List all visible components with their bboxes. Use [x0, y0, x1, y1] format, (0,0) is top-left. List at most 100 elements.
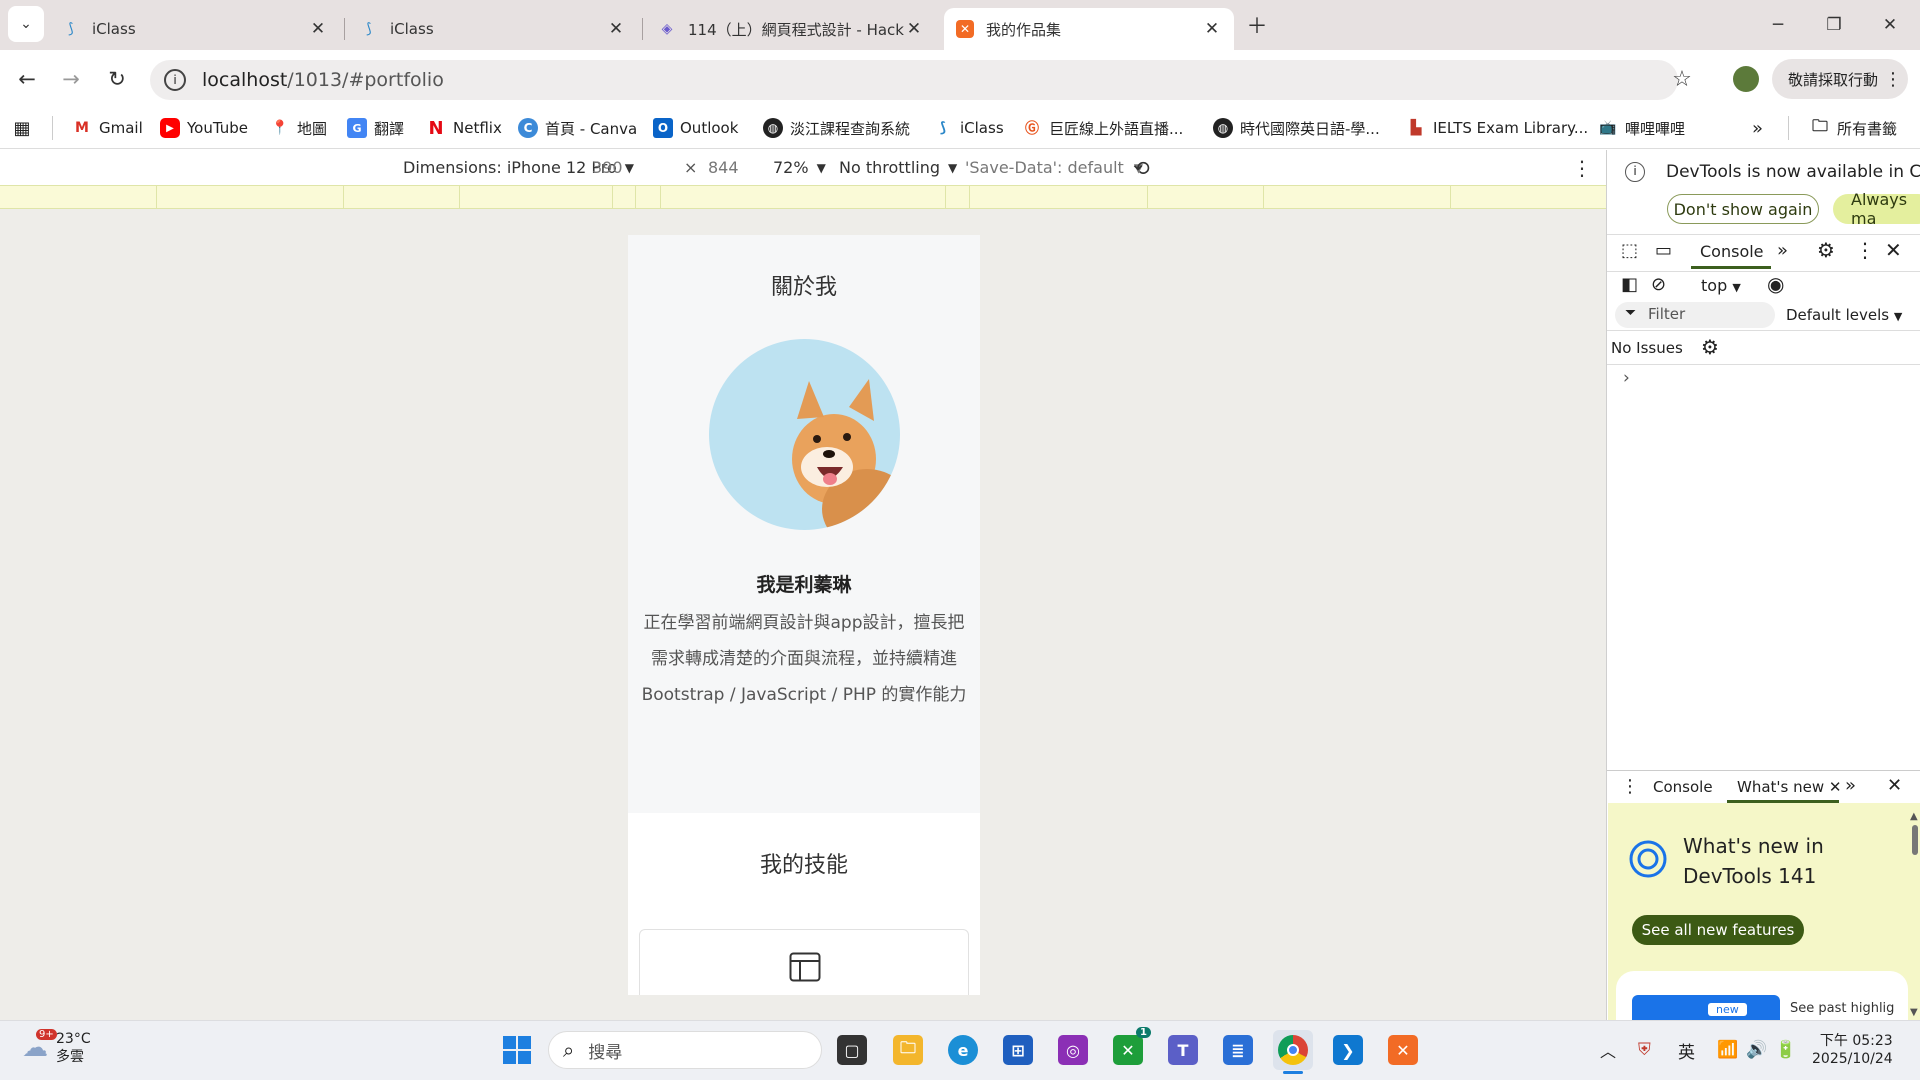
apps-button[interactable]: ▦: [12, 113, 39, 143]
bookmark-gjun[interactable]: Ⓖ 巨匠線上外語直播...: [1022, 113, 1183, 143]
tab-console[interactable]: Console: [1700, 242, 1764, 261]
gear-icon[interactable]: ⚙: [1701, 335, 1719, 359]
skill-card[interactable]: [639, 929, 969, 995]
bookmark-star-button[interactable]: ☆: [1663, 60, 1701, 98]
forward-button[interactable]: →: [52, 60, 90, 98]
see-all-features-button[interactable]: See all new features: [1632, 915, 1804, 945]
site-info-icon[interactable]: i: [164, 69, 186, 91]
avatar[interactable]: [1733, 66, 1759, 92]
more-bookmarks-button[interactable]: »: [1752, 113, 1763, 143]
scrollbar-thumb[interactable]: [1912, 825, 1918, 855]
close-icon[interactable]: ✕: [1829, 778, 1842, 796]
ime-indicator[interactable]: 英: [1678, 1030, 1695, 1070]
weather-widget[interactable]: ☁ 9+ 23°C 多雲: [22, 1028, 91, 1068]
chrome-button[interactable]: [1273, 1030, 1313, 1070]
save-data-select[interactable]: 'Save-Data': default ▼: [965, 150, 1143, 185]
zoom-select[interactable]: 72% ▼: [773, 150, 826, 185]
all-bookmarks-button[interactable]: 🗀 所有書籤: [1810, 113, 1897, 143]
device-toggle-icon[interactable]: ▭: [1655, 240, 1672, 261]
bookmark-bilibili[interactable]: 📺 嗶哩嗶哩: [1598, 113, 1685, 143]
phone-viewport[interactable]: 關於我 我是利蓁琳 正在學習前端網頁設計與app設計，擅長把需求轉成清楚的介面與…: [628, 235, 980, 995]
new-tab-button[interactable]: ＋: [1238, 6, 1276, 44]
eye-icon[interactable]: ◉: [1767, 272, 1784, 296]
clock[interactable]: 下午 05:23 2025/10/24: [1812, 1030, 1893, 1070]
filter-input[interactable]: ⏷ Filter: [1615, 302, 1775, 328]
more-vert-icon[interactable]: ⋮: [1855, 238, 1875, 262]
start-button[interactable]: [497, 1030, 537, 1070]
console-prompt[interactable]: ›: [1623, 368, 1630, 388]
clear-console-icon[interactable]: ⊘: [1651, 274, 1666, 295]
issues-count[interactable]: No Issues: [1611, 339, 1683, 357]
past-highlights-link[interactable]: See past highlig: [1790, 1001, 1894, 1016]
teams-button[interactable]: T: [1163, 1030, 1203, 1070]
store-button[interactable]: ⊞: [998, 1030, 1038, 1070]
tray-overflow-button[interactable]: ︿: [1600, 1030, 1616, 1070]
task-view-button[interactable]: ▢: [832, 1030, 872, 1070]
bookmark-shidai[interactable]: ◍ 時代國際英日語-學...: [1213, 113, 1380, 143]
close-icon[interactable]: ✕: [904, 19, 924, 39]
close-icon[interactable]: ✕: [1885, 238, 1902, 262]
bookmark-gmail[interactable]: M Gmail: [72, 113, 143, 143]
close-icon[interactable]: ✕: [1887, 775, 1902, 796]
tab-iclass-2[interactable]: ⟆ iClass ✕: [348, 8, 638, 50]
tray-security-button[interactable]: ⛨: [1638, 1030, 1651, 1070]
close-icon[interactable]: ✕: [1202, 19, 1222, 39]
sidebar-toggle-icon[interactable]: ◧: [1621, 274, 1638, 295]
xampp-button[interactable]: ✕: [1383, 1030, 1423, 1070]
close-icon[interactable]: ✕: [606, 19, 626, 39]
scrollbar[interactable]: ▲ ▼: [1910, 811, 1920, 1020]
context-select[interactable]: top ▼: [1701, 276, 1741, 295]
bookmark-translate[interactable]: G 翻譯: [347, 113, 404, 143]
bookmark-youtube[interactable]: ▶ YouTube: [160, 113, 248, 143]
app-button-purple[interactable]: ◎: [1053, 1030, 1093, 1070]
file-explorer-button[interactable]: 🗀: [888, 1030, 928, 1070]
chevron-double-right-icon[interactable]: »: [1777, 240, 1788, 261]
tab-iclass-1[interactable]: ⟆ iClass ✕: [50, 8, 340, 50]
inspect-element-icon[interactable]: ⬚: [1621, 240, 1638, 261]
tab-hackmd[interactable]: ◈ 114（上）網頁程式設計 - Hack ✕: [646, 8, 936, 50]
bookmark-iclass[interactable]: ⟆ iClass: [933, 113, 1004, 143]
tab-portfolio[interactable]: ✕ 我的作品集 ✕: [944, 8, 1234, 50]
device-more-button[interactable]: ⋮: [1572, 150, 1592, 185]
network-button[interactable]: 📶: [1717, 1030, 1738, 1070]
height-input[interactable]: 844: [708, 150, 739, 185]
close-icon[interactable]: ✕: [308, 19, 328, 39]
window-close-button[interactable]: ✕: [1862, 0, 1918, 50]
bookmark-netflix[interactable]: N Netflix: [426, 113, 501, 143]
reload-button[interactable]: ↻: [98, 60, 136, 98]
store-icon: ⊞: [1003, 1035, 1033, 1065]
drawer-tab-whats-new[interactable]: What's new ✕: [1737, 778, 1841, 796]
throttling-select[interactable]: No throttling ▼: [839, 150, 957, 185]
gear-icon[interactable]: ⚙: [1817, 238, 1835, 262]
restore-button[interactable]: ❐: [1806, 0, 1862, 50]
chevron-double-right-icon[interactable]: »: [1845, 775, 1856, 796]
edge-button[interactable]: e: [943, 1030, 983, 1070]
back-button[interactable]: ←: [8, 60, 46, 98]
scroll-up-icon[interactable]: ▲: [1910, 811, 1918, 822]
scroll-down-icon[interactable]: ▼: [1910, 1007, 1918, 1018]
minimize-button[interactable]: ─: [1750, 0, 1806, 50]
bookmark-tku-course[interactable]: ◍ 淡江課程查詢系統: [763, 113, 910, 143]
more-vert-icon[interactable]: ⋮: [1621, 776, 1639, 797]
address-bar[interactable]: i localhost/1013/#portfolio: [150, 60, 1678, 100]
highlight-card[interactable]: new See past highlig: [1616, 971, 1908, 1020]
bookmark-maps[interactable]: 📍 地圖: [270, 113, 327, 143]
always-match-button[interactable]: Always ma: [1833, 190, 1920, 228]
drawer-tab-console[interactable]: Console: [1653, 778, 1713, 796]
media-query-ruler[interactable]: [0, 185, 1606, 209]
xbox-button[interactable]: ✕ 1: [1108, 1027, 1151, 1070]
bookmark-outlook[interactable]: O Outlook: [653, 113, 738, 143]
rotate-button[interactable]: ⟲: [1133, 150, 1150, 185]
vscode-button[interactable]: ❯: [1328, 1030, 1368, 1070]
tab-search-button[interactable]: ⌄: [8, 6, 44, 42]
notepad-button[interactable]: ≣: [1218, 1030, 1258, 1070]
profile-action-chip[interactable]: 敬請採取行動 ⋮: [1772, 59, 1908, 99]
volume-button[interactable]: 🔊: [1746, 1030, 1767, 1070]
bookmark-ielts[interactable]: ▙ IELTS Exam Library...: [1406, 113, 1589, 143]
taskbar-search[interactable]: ⌕ 搜尋: [548, 1031, 822, 1069]
bookmark-canva[interactable]: C 首頁 - Canva: [518, 113, 637, 143]
log-levels-select[interactable]: Default levels ▼: [1786, 306, 1902, 324]
width-input[interactable]: 390: [592, 150, 623, 185]
battery-button[interactable]: 🔋: [1775, 1030, 1796, 1070]
dont-show-again-button[interactable]: Don't show again: [1667, 194, 1819, 224]
